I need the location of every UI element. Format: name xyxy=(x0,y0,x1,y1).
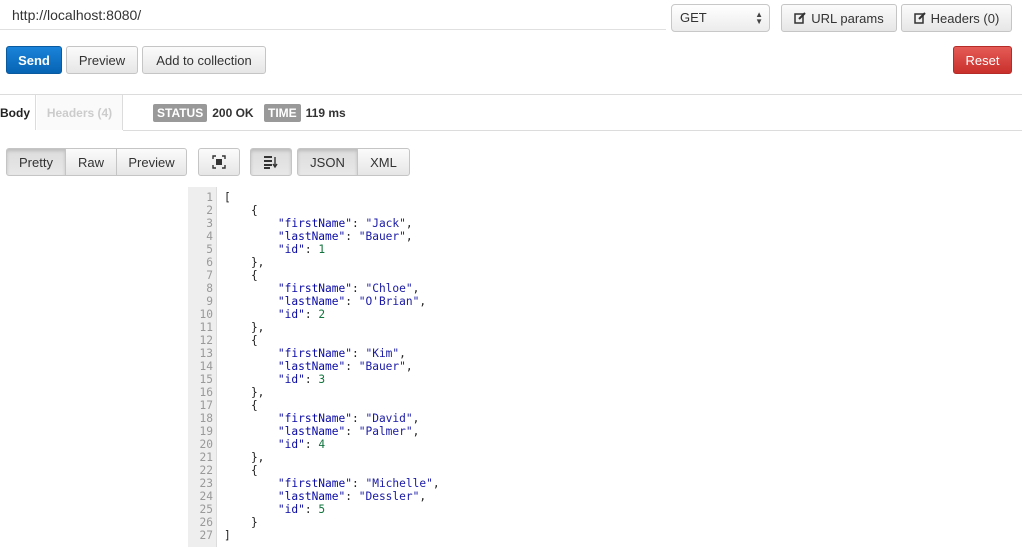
code-line: "id": 4 xyxy=(277,438,326,451)
line-number: 4 xyxy=(206,230,213,243)
code-line: "id": 5 xyxy=(277,503,326,516)
divider xyxy=(123,130,1022,131)
time-indicator: TIME 119 ms xyxy=(264,104,346,122)
line-number: 7 xyxy=(206,269,213,282)
code-line: }, xyxy=(224,256,265,269)
code-line: { xyxy=(224,464,258,477)
line-number-gutter: 1 2 3 4 5 6 7 8 9 10 11 12 13 14 15 16 17 18 19 20 21 22 23 24 2… xyxy=(188,187,217,547)
code-line: }, xyxy=(224,451,265,464)
select-arrows-icon: ▲ ▼ xyxy=(755,10,763,26)
headers-button[interactable]: Headers (0) xyxy=(901,4,1012,32)
code-line: "id": 3 xyxy=(277,373,326,386)
json-content: [ { "firstName": "Jack", "lastName": "Ba… xyxy=(224,191,440,542)
status-badge: STATUS xyxy=(153,104,208,122)
code-line: "firstName": "Michelle", xyxy=(277,477,440,490)
preview-button[interactable]: Preview xyxy=(66,46,138,74)
edit-icon xyxy=(913,12,926,24)
line-number: 17 xyxy=(199,399,213,412)
code-line: { xyxy=(224,204,258,217)
send-button[interactable]: Send xyxy=(6,46,62,74)
line-number: 14 xyxy=(199,360,213,373)
method-select[interactable]: GET ▲ ▼ xyxy=(671,4,770,32)
code-line: "lastName": "Bauer", xyxy=(277,230,413,243)
line-number: 18 xyxy=(199,412,213,425)
code-line: "firstName": "Chloe", xyxy=(277,282,420,295)
tab-body-label: Body xyxy=(0,106,30,120)
response-body-viewer[interactable]: 1 2 3 4 5 6 7 8 9 10 11 12 13 14 15 16 17 18 19 20 21 22 23 24 2… xyxy=(188,187,608,547)
line-number: 8 xyxy=(206,282,213,295)
url-params-label: URL params xyxy=(811,10,884,26)
status-value: 200 OK xyxy=(212,106,254,120)
code-line: { xyxy=(224,334,258,347)
line-number: 12 xyxy=(199,334,213,347)
format-xml-button[interactable]: XML xyxy=(357,148,410,176)
line-number: 5 xyxy=(206,243,213,256)
code-line: "lastName": "Dessler", xyxy=(277,490,427,503)
code-line: "firstName": "Kim", xyxy=(277,347,406,360)
code-line: }, xyxy=(224,386,265,399)
add-to-collection-button[interactable]: Add to collection xyxy=(142,46,266,74)
fullscreen-button[interactable] xyxy=(198,148,240,176)
line-number: 21 xyxy=(199,451,213,464)
code-line: { xyxy=(224,399,258,412)
tab-headers[interactable]: Headers (4) xyxy=(37,95,123,130)
method-value: GET xyxy=(680,10,707,25)
line-number: 15 xyxy=(199,373,213,386)
tab-headers-label: Headers (4) xyxy=(46,106,113,120)
line-number: 24 xyxy=(199,490,213,503)
code-line: [ xyxy=(224,191,231,204)
line-number: 22 xyxy=(199,464,213,477)
tab-body[interactable]: Body xyxy=(0,95,36,130)
format-json-button[interactable]: JSON xyxy=(297,148,358,176)
line-number: 2 xyxy=(206,204,213,217)
line-number: 20 xyxy=(199,438,213,451)
url-params-button[interactable]: URL params xyxy=(781,4,897,32)
view-mode-group: Pretty Raw Preview xyxy=(6,148,187,176)
format-group: JSON XML xyxy=(297,148,410,176)
line-number: 16 xyxy=(199,386,213,399)
headers-label: Headers (0) xyxy=(930,10,1000,26)
line-number: 25 xyxy=(199,503,213,516)
line-number: 6 xyxy=(206,256,213,269)
code-line: }, xyxy=(224,321,265,334)
line-number: 11 xyxy=(199,321,213,334)
status-indicator: STATUS 200 OK xyxy=(153,104,254,122)
time-badge: TIME xyxy=(264,104,301,122)
code-line: "firstName": "Jack", xyxy=(277,217,413,230)
line-number: 26 xyxy=(199,516,213,529)
code-line: ] xyxy=(224,529,231,542)
view-preview-button[interactable]: Preview xyxy=(116,148,187,176)
wrap-toggle-button[interactable] xyxy=(250,148,292,176)
line-number: 1 xyxy=(206,191,213,204)
view-pretty-button[interactable]: Pretty xyxy=(6,148,66,176)
code-line: "lastName": "Palmer", xyxy=(277,425,420,438)
line-number: 3 xyxy=(206,217,213,230)
line-number: 9 xyxy=(206,295,213,308)
time-value: 119 ms xyxy=(305,106,346,120)
line-number: 19 xyxy=(199,425,213,438)
wrap-lines-icon xyxy=(264,156,278,169)
divider xyxy=(0,94,1022,95)
code-line: "lastName": "Bauer", xyxy=(277,360,413,373)
code-line: "lastName": "O'Brian", xyxy=(277,295,427,308)
code-line: "firstName": "David", xyxy=(277,412,420,425)
code-line: "id": 2 xyxy=(277,308,326,321)
view-raw-button[interactable]: Raw xyxy=(65,148,117,176)
code-line: } xyxy=(224,516,258,529)
line-number: 27 xyxy=(199,529,213,542)
edit-icon xyxy=(794,12,806,24)
code-line: "id": 1 xyxy=(277,243,326,256)
reset-button[interactable]: Reset xyxy=(953,46,1012,74)
url-input[interactable] xyxy=(0,0,666,30)
expand-icon xyxy=(212,155,226,169)
line-number: 10 xyxy=(199,308,213,321)
line-number: 23 xyxy=(199,477,213,490)
line-number: 13 xyxy=(199,347,213,360)
code-line: { xyxy=(224,269,258,282)
